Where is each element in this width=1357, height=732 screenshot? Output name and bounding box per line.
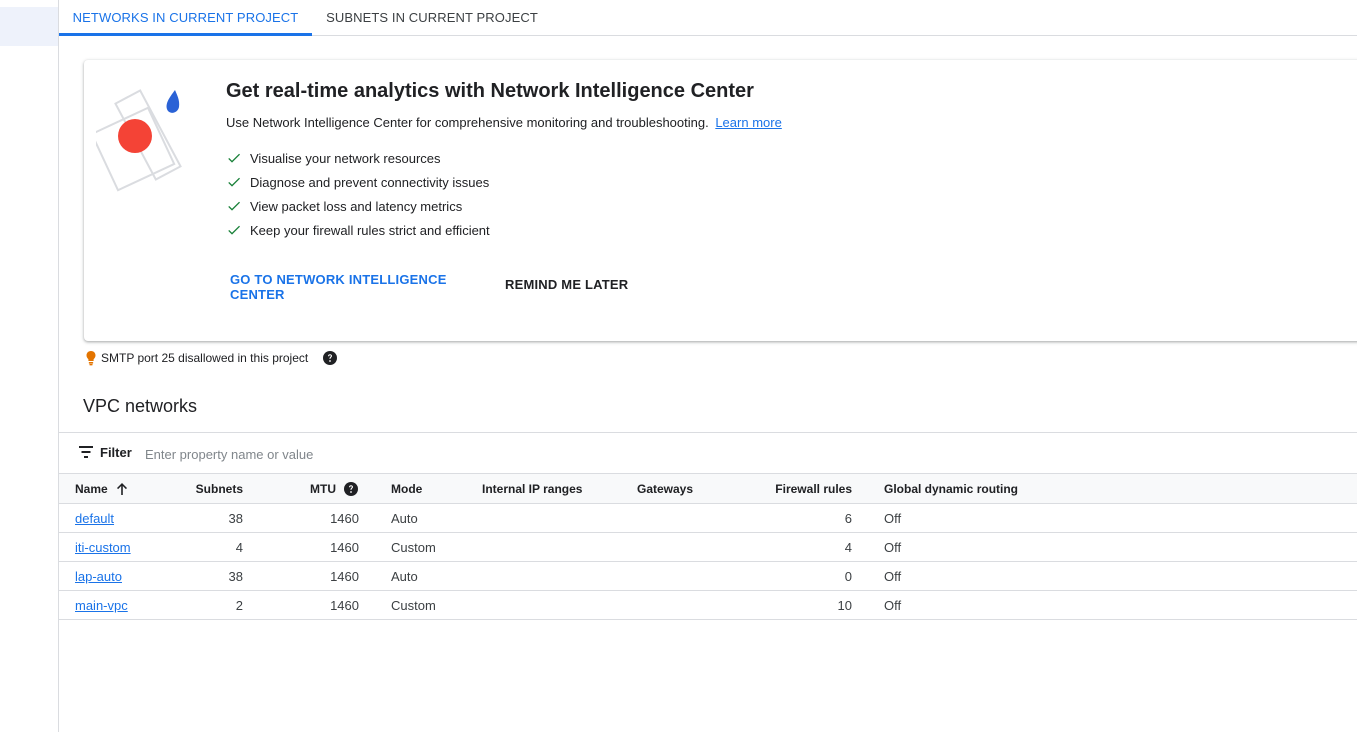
help-icon[interactable] xyxy=(343,481,359,497)
network-illustration-icon xyxy=(96,89,182,192)
network-name-link[interactable]: default xyxy=(75,511,114,526)
firewall-rules-cell: 0 xyxy=(844,568,852,584)
mode-cell: Auto xyxy=(391,510,418,526)
tab-subnets-in-current-project[interactable]: SUBNETS IN CURRENT PROJECT xyxy=(312,0,552,35)
check-icon xyxy=(226,218,250,242)
mtu-cell: 1460 xyxy=(330,539,359,555)
firewall-rules-cell: 6 xyxy=(844,510,852,526)
vpc-networks-table: Name Subnets MTU Mode Internal IP ranges… xyxy=(59,473,1357,620)
mtu-cell: 1460 xyxy=(330,597,359,613)
promo-actions: GO TO NETWORK INTELLIGENCE CENTER REMIND… xyxy=(230,272,628,302)
mode-cell: Custom xyxy=(391,539,436,555)
page-title: VPC networks xyxy=(83,396,198,416)
subnets-cell: 38 xyxy=(228,568,243,584)
arrow-up-icon[interactable] xyxy=(114,481,130,497)
column-header-label: MTU xyxy=(310,481,336,496)
promo-description: Use Network Intelligence Center for comp… xyxy=(226,115,782,130)
check-icon xyxy=(226,194,250,218)
subnets-cell: 2 xyxy=(235,597,243,613)
firewall-rules-cell: 4 xyxy=(844,539,852,555)
go-to-network-intelligence-center-button[interactable]: GO TO NETWORK INTELLIGENCE CENTER xyxy=(230,272,505,302)
network-name-cell: main-vpc xyxy=(75,591,128,619)
feature-label: Diagnose and prevent connectivity issues xyxy=(250,174,490,190)
table-header: Name Subnets MTU Mode Internal IP ranges… xyxy=(59,473,1357,504)
network-name-cell: default xyxy=(75,504,114,532)
promo-feature-list: Visualise your network resources Diagnos… xyxy=(226,146,490,242)
global-dynamic-routing-cell: Off xyxy=(884,539,902,555)
check-icon xyxy=(226,146,250,170)
left-nav-active-item[interactable] xyxy=(0,7,58,46)
smtp-notice-text: SMTP port 25 disallowed in this project xyxy=(101,351,309,365)
smtp-notice: SMTP port 25 disallowed in this project xyxy=(84,349,338,367)
network-intelligence-promo-card: Get real-time analytics with Network Int… xyxy=(84,60,1357,341)
list-item: Visualise your network resources xyxy=(226,146,490,170)
lightbulb-icon xyxy=(86,351,96,366)
column-header-subnets[interactable]: Subnets xyxy=(196,474,243,503)
learn-more-link[interactable]: Learn more xyxy=(715,115,781,130)
column-header-mode[interactable]: Mode xyxy=(391,474,422,503)
column-header-global-dynamic-routing[interactable]: Global dynamic routing xyxy=(884,474,1018,503)
global-dynamic-routing-cell: Off xyxy=(884,510,902,526)
list-item: Keep your firewall rules strict and effi… xyxy=(226,218,490,242)
column-header-internal-ip-ranges[interactable]: Internal IP ranges xyxy=(482,474,582,503)
network-name-link[interactable]: iti-custom xyxy=(75,540,131,555)
network-name-link[interactable]: lap-auto xyxy=(75,569,122,584)
column-header-firewall-rules[interactable]: Firewall rules xyxy=(775,474,852,503)
mtu-cell: 1460 xyxy=(330,510,359,526)
filter-bar: Filter xyxy=(59,432,1357,473)
network-name-cell: iti-custom xyxy=(75,533,131,561)
list-item: View packet loss and latency metrics xyxy=(226,194,490,218)
column-header-label: Name xyxy=(75,481,108,496)
mode-cell: Auto xyxy=(391,568,418,584)
global-dynamic-routing-cell: Off xyxy=(884,597,902,613)
promo-title: Get real-time analytics with Network Int… xyxy=(226,80,754,102)
left-nav-rail xyxy=(0,0,59,732)
column-header-gateways[interactable]: Gateways xyxy=(637,474,693,503)
filter-input[interactable] xyxy=(143,441,547,467)
column-header-mtu[interactable]: MTU xyxy=(310,474,359,503)
main-content: NETWORKS IN CURRENT PROJECT SUBNETS IN C… xyxy=(59,0,1357,732)
list-item: Diagnose and prevent connectivity issues xyxy=(226,170,490,194)
mtu-cell: 1460 xyxy=(330,568,359,584)
feature-label: Visualise your network resources xyxy=(250,150,441,166)
filter-icon[interactable] xyxy=(79,446,93,458)
feature-label: Keep your firewall rules strict and effi… xyxy=(250,222,490,238)
table-row: iti-custom 4 1460 Custom 4 Off xyxy=(59,533,1357,562)
subnets-cell: 4 xyxy=(235,539,243,555)
feature-label: View packet loss and latency metrics xyxy=(250,198,463,214)
tab-bar: NETWORKS IN CURRENT PROJECT SUBNETS IN C… xyxy=(59,0,1357,36)
table-row: main-vpc 2 1460 Custom 10 Off xyxy=(59,591,1357,620)
help-icon[interactable] xyxy=(322,350,338,366)
global-dynamic-routing-cell: Off xyxy=(884,568,902,584)
network-name-cell: lap-auto xyxy=(75,562,122,590)
column-header-name[interactable]: Name xyxy=(75,474,130,503)
remind-me-later-button[interactable]: REMIND ME LATER xyxy=(505,272,628,296)
table-row: default 38 1460 Auto 6 Off xyxy=(59,504,1357,533)
firewall-rules-cell: 10 xyxy=(837,597,852,613)
subnets-cell: 38 xyxy=(228,510,243,526)
mode-cell: Custom xyxy=(391,597,436,613)
check-icon xyxy=(226,170,250,194)
table-row: lap-auto 38 1460 Auto 0 Off xyxy=(59,562,1357,591)
network-name-link[interactable]: main-vpc xyxy=(75,598,128,613)
filter-label[interactable]: Filter xyxy=(100,445,132,460)
tab-networks-in-current-project[interactable]: NETWORKS IN CURRENT PROJECT xyxy=(59,0,312,36)
promo-description-text: Use Network Intelligence Center for comp… xyxy=(226,115,709,130)
